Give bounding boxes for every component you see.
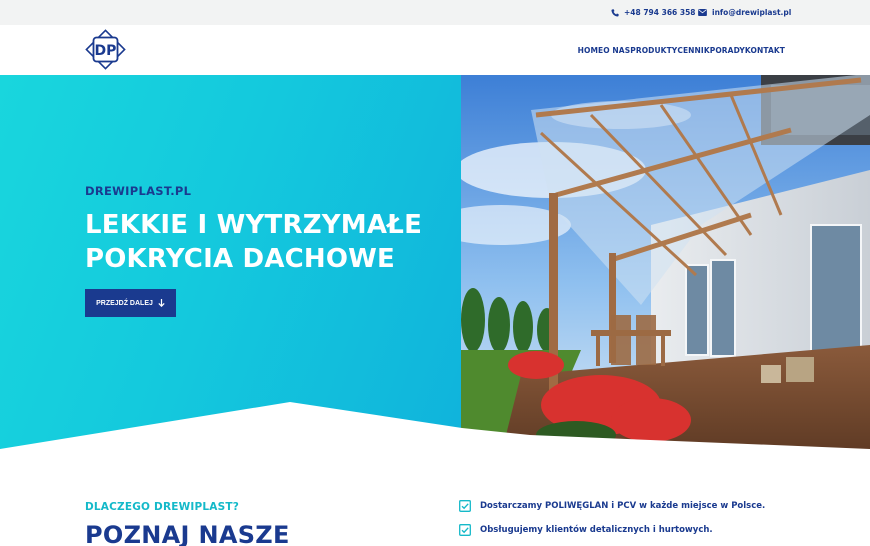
section-kicker: DLACZEGO DREWIPLAST?	[85, 501, 240, 513]
nav-kontakt[interactable]: KONTAKT	[745, 46, 785, 55]
nav-home[interactable]: HOME	[578, 46, 604, 55]
hero-headline: LEKKIE I WYTRZYMAŁE POKRYCIA DACHOWE	[85, 210, 423, 274]
checkbox-check-icon	[459, 499, 471, 512]
benefit-text: Dostarczamy POLIWĘGLAN i PCV w każde mie…	[480, 500, 766, 511]
hero-kicker: DREWIPLAST.PL	[85, 184, 192, 198]
nav-cennik[interactable]: CENNIK	[677, 46, 709, 55]
benefits-list: Dostarczamy POLIWĘGLAN i PCV w każde mie…	[459, 499, 765, 546]
section-title: POZNAJ NASZE	[85, 521, 290, 546]
main-nav: HOME O NAS PRODUKTY CENNIK PORADY KONTAK…	[578, 25, 785, 75]
envelope-icon	[698, 9, 707, 16]
phone-icon	[611, 8, 619, 17]
email-address: info@drewiplast.pl	[712, 8, 792, 17]
arrow-down-icon	[158, 299, 165, 307]
nav-porady[interactable]: PORADY	[710, 46, 745, 55]
top-contact-bar: +48 794 366 358 info@drewiplast.pl	[0, 0, 870, 25]
email-link[interactable]: info@drewiplast.pl	[698, 0, 791, 25]
logo[interactable]: DP	[85, 29, 126, 70]
phone-link[interactable]: +48 794 366 358	[611, 0, 696, 25]
logo-text: DP	[95, 43, 117, 59]
list-item: Dostarczamy POLIWĘGLAN i PCV w każde mie…	[459, 499, 765, 512]
phone-number: +48 794 366 358	[624, 8, 696, 17]
cta-button[interactable]: PRZEJDŹ DALEJ	[85, 289, 176, 317]
list-item: Obsługujemy klientów detalicznych i hurt…	[459, 523, 765, 536]
nav-produkty[interactable]: PRODUKTY	[630, 46, 677, 55]
checkbox-check-icon	[459, 523, 471, 536]
benefit-text: Obsługujemy klientów detalicznych i hurt…	[480, 524, 713, 535]
site-header: DP HOME O NAS PRODUKTY CENNIK PORADY KON…	[0, 25, 870, 75]
cta-label: PRZEJDŹ DALEJ	[96, 299, 153, 307]
nav-o-nas[interactable]: O NAS	[603, 46, 630, 55]
logo-mark: DP	[85, 29, 126, 70]
hero-section: DREWIPLAST.PL LEKKIE I WYTRZYMAŁE POKRYC…	[0, 75, 870, 455]
